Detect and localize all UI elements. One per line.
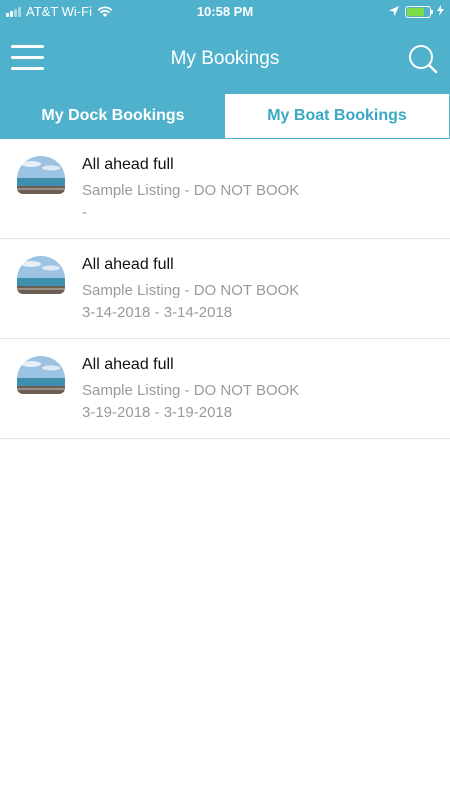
battery-icon <box>405 5 433 18</box>
booking-title: All ahead full <box>82 156 174 173</box>
status-bar: AT&T Wi-Fi 10:58 PM <box>0 0 450 24</box>
booking-row[interactable]: All ahead full Sample Listing - DO NOT B… <box>0 339 450 439</box>
booking-dates: 3-14-2018 - 3-14-2018 <box>82 304 233 321</box>
search-icon[interactable] <box>408 44 438 74</box>
page-title: My Bookings <box>170 48 280 69</box>
location-icon <box>389 4 399 19</box>
booking-row[interactable]: All ahead full Sample Listing - DO NOT B… <box>0 139 450 239</box>
listing-thumbnail <box>17 356 65 394</box>
listing-thumbnail <box>17 156 65 194</box>
tab-dock-bookings[interactable]: My Dock Bookings <box>1 94 225 138</box>
battery-level <box>407 7 424 16</box>
tab-boat-bookings[interactable]: My Boat Bookings <box>225 94 449 138</box>
booking-listing: Sample Listing - DO NOT BOOK <box>82 382 300 399</box>
booking-tabs: My Dock Bookings My Boat Bookings <box>0 94 450 139</box>
bookings-list: All ahead full Sample Listing - DO NOT B… <box>0 139 450 439</box>
booking-listing: Sample Listing - DO NOT BOOK <box>82 182 300 199</box>
booking-listing: Sample Listing - DO NOT BOOK <box>82 282 300 299</box>
booking-title: All ahead full <box>82 256 174 273</box>
app-screen: AT&T Wi-Fi 10:58 PM My Bookings My Dock … <box>0 0 450 800</box>
booking-row[interactable]: All ahead full Sample Listing - DO NOT B… <box>0 239 450 339</box>
listing-thumbnail <box>17 256 65 294</box>
charging-icon <box>437 4 444 19</box>
booking-dates: 3-19-2018 - 3-19-2018 <box>82 404 233 421</box>
nav-bar: My Bookings <box>0 24 450 94</box>
booking-dates: - <box>82 204 87 221</box>
status-time: 10:58 PM <box>196 4 254 19</box>
status-right <box>389 4 444 19</box>
booking-title: All ahead full <box>82 356 174 373</box>
